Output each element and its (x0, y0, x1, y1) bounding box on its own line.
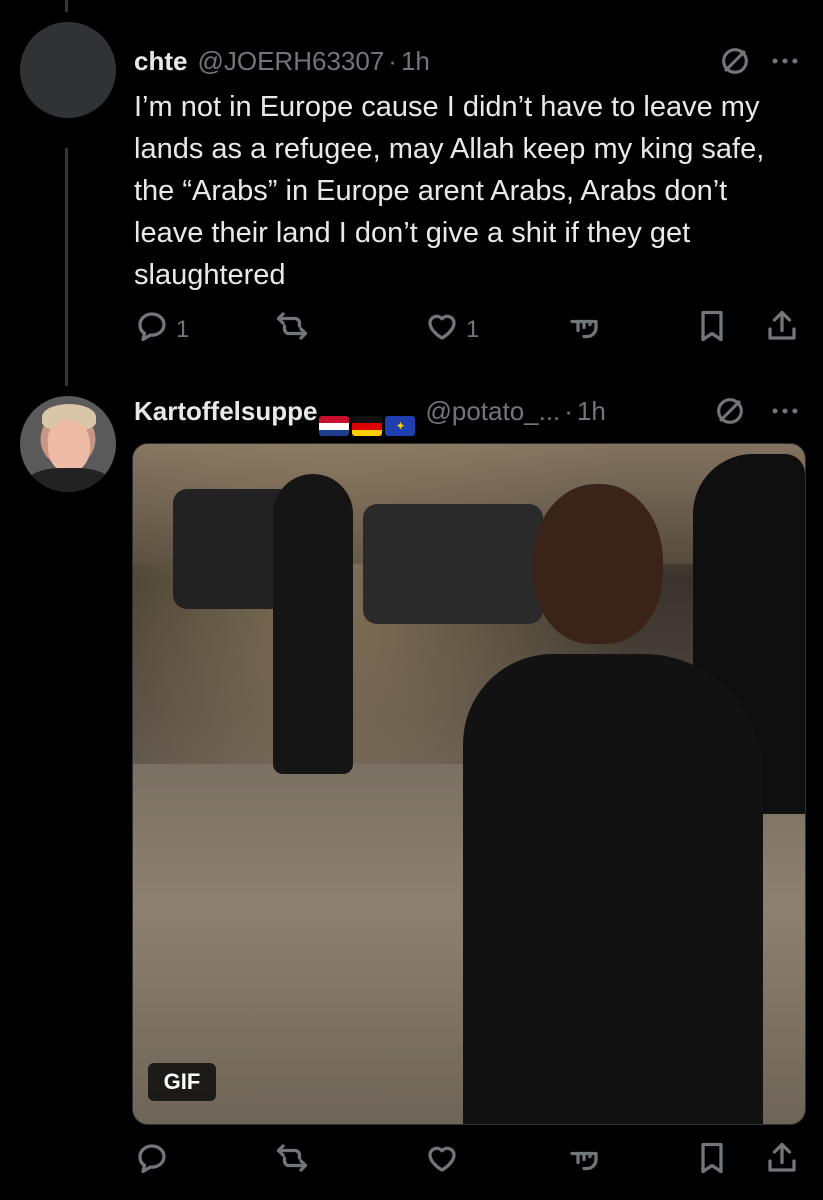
share-icon (764, 308, 800, 351)
germany-flag (352, 416, 383, 437)
views-button[interactable] (566, 1140, 602, 1183)
share-icon (764, 1140, 800, 1183)
views-button[interactable] (566, 308, 602, 351)
reply-button[interactable] (134, 1140, 170, 1183)
like-count: 1 (466, 315, 480, 343)
author-name[interactable]: Kartoffelsuppe (134, 396, 317, 427)
reply-button[interactable]: 1 (134, 308, 189, 351)
media-person (273, 474, 353, 774)
avatar-shirt (26, 468, 112, 492)
reply-count: 1 (176, 315, 190, 343)
gif-badge: GIF (148, 1063, 216, 1101)
avatar[interactable] (20, 22, 116, 118)
no-sign-icon[interactable] (718, 44, 752, 83)
no-sign-icon[interactable] (713, 394, 747, 433)
avatar-face (48, 420, 90, 472)
thread-line (65, 148, 68, 386)
more-dots-icon[interactable] (768, 44, 802, 83)
like-button[interactable]: 1 (424, 308, 479, 351)
reply-icon (134, 1140, 170, 1183)
retweet-icon (274, 1140, 310, 1183)
timestamp[interactable]: 1h (577, 396, 606, 427)
media-woman (463, 484, 763, 1124)
media-woman-coat (463, 654, 763, 1124)
heart-icon (424, 308, 460, 351)
media-woman-head (533, 484, 663, 644)
author-name[interactable]: chte (134, 46, 187, 77)
bookmark-icon (694, 308, 730, 351)
heart-icon (424, 1140, 460, 1183)
views-icon (566, 308, 602, 351)
action-bar (134, 1140, 804, 1180)
reply-icon (134, 308, 170, 351)
action-bar: 1 1 (134, 308, 804, 348)
flag-emojis: ✦ (319, 416, 416, 437)
thread-line-top (65, 0, 68, 12)
more-dots-icon[interactable] (768, 394, 802, 433)
eu-flag: ✦ (385, 416, 416, 437)
timestamp[interactable]: 1h (401, 46, 430, 77)
author-handle[interactable]: @potato_... (425, 396, 560, 427)
tweet-header: chte @JOERH63307 · 1h (134, 46, 430, 77)
separator-dot: · (564, 396, 573, 426)
tweet-header: Kartoffelsuppe ✦ @potato_... · 1h (134, 396, 606, 437)
share-button[interactable] (764, 308, 800, 351)
retweet-button[interactable] (274, 308, 310, 351)
avatar[interactable] (20, 396, 116, 492)
retweet-icon (274, 308, 310, 351)
gif-media[interactable] (132, 443, 806, 1125)
retweet-button[interactable] (274, 1140, 310, 1183)
like-button[interactable] (424, 1140, 460, 1183)
netherlands-flag (319, 416, 350, 437)
separator-dot: · (388, 46, 397, 76)
author-handle[interactable]: @JOERH63307 (197, 46, 384, 77)
bookmark-button[interactable] (694, 1140, 730, 1183)
bookmark-button[interactable] (694, 308, 730, 351)
tweet-text: I’m not in Europe cause I didn’t have to… (134, 91, 765, 291)
views-icon (566, 1140, 602, 1183)
bookmark-icon (694, 1140, 730, 1183)
share-button[interactable] (764, 1140, 800, 1183)
